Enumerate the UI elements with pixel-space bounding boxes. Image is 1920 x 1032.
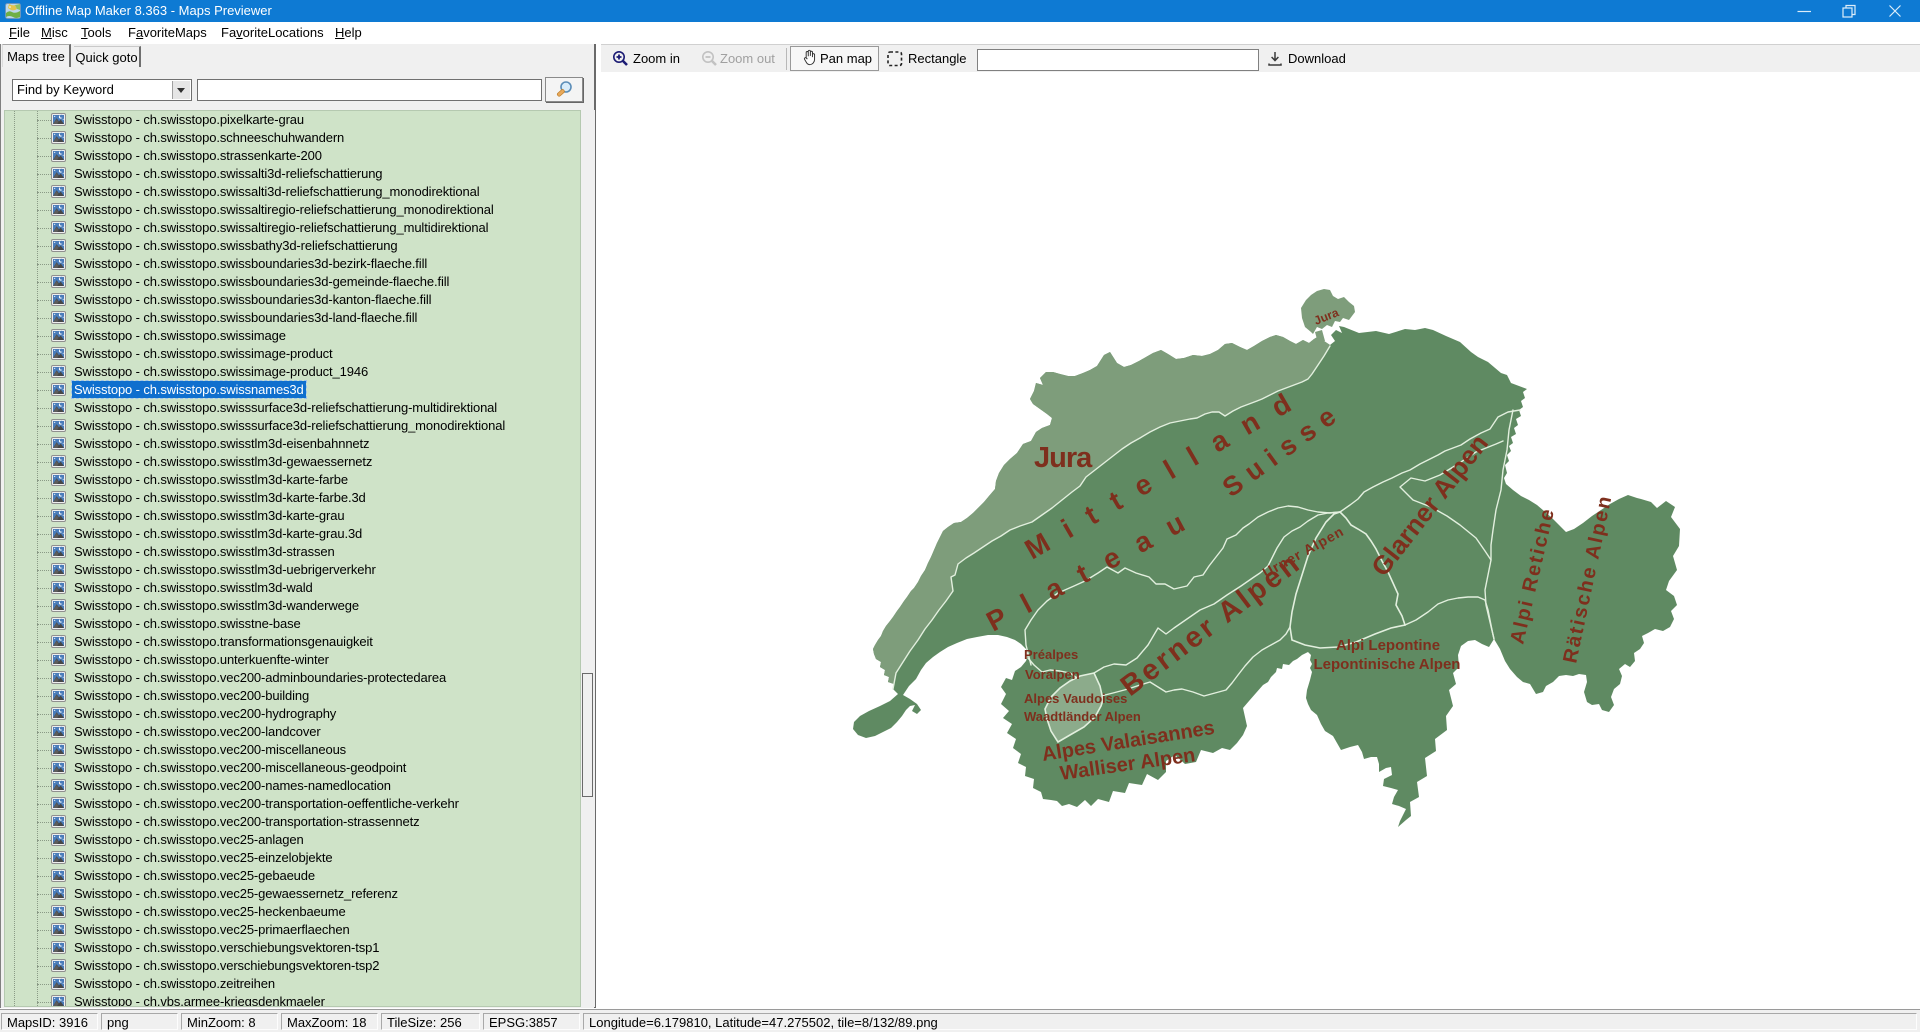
svg-text:Waadtländer Alpen: Waadtländer Alpen xyxy=(1024,709,1141,724)
svg-text:Voralpen: Voralpen xyxy=(1025,667,1080,682)
svg-text:Préalpes: Préalpes xyxy=(1024,647,1078,662)
svg-text:Jura: Jura xyxy=(1034,442,1093,474)
svg-text:Lepontinische Alpen: Lepontinische Alpen xyxy=(1314,656,1461,673)
svg-text:Alpes Vaudoises: Alpes Vaudoises xyxy=(1024,691,1127,706)
svg-text:Alpi Lepontine: Alpi Lepontine xyxy=(1336,637,1440,654)
